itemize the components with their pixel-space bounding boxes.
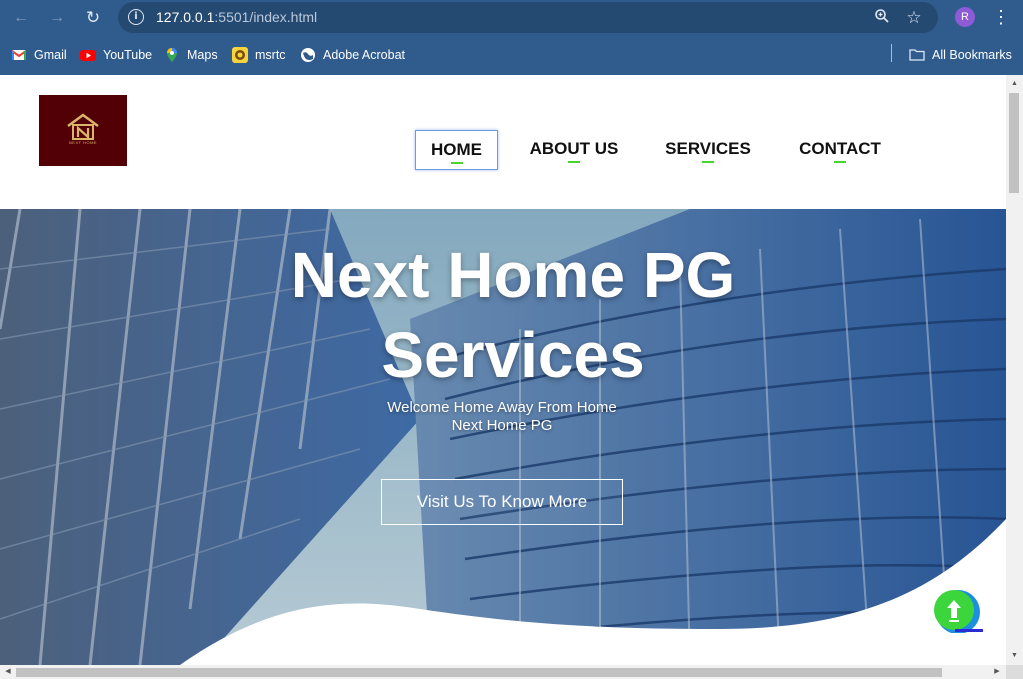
- horizontal-scroll-thumb[interactable]: [16, 668, 942, 677]
- maps-icon: [164, 47, 180, 63]
- profile-avatar[interactable]: R: [955, 7, 975, 27]
- nav-home[interactable]: HOME: [415, 130, 498, 170]
- scrollbar-corner: [1006, 665, 1023, 679]
- msrtc-icon: [232, 47, 248, 63]
- folder-icon: [909, 47, 925, 63]
- bookmark-adobe-acrobat[interactable]: Adobe Acrobat: [300, 46, 405, 64]
- nav-underline: [568, 161, 580, 163]
- visit-us-button[interactable]: Visit Us To Know More: [381, 479, 623, 525]
- scroll-left-icon[interactable]: ◀: [1, 665, 15, 679]
- scroll-to-top-button[interactable]: [932, 581, 984, 634]
- nav-contact[interactable]: CONTACT: [790, 130, 890, 168]
- nav-services[interactable]: SERVICES: [658, 130, 758, 168]
- bookmark-gmail[interactable]: Gmail: [11, 46, 67, 64]
- vertical-scroll-thumb[interactable]: [1009, 93, 1019, 193]
- bookmarks-bar: Gmail YouTube Maps msrtc Adobe Acrobat A…: [0, 36, 1023, 74]
- vertical-scrollbar[interactable]: ▲ ▼: [1006, 75, 1023, 665]
- hero-section: Next Home PG Services Welcome Home Away …: [0, 209, 1006, 665]
- all-bookmarks[interactable]: All Bookmarks: [909, 46, 1012, 64]
- browser-chrome: ← → ↻ i 127.0.0.1:5501/index.html ☆ R ⋮ …: [0, 0, 1023, 75]
- site-header: NEXT HOME HOME ABOUT US SERVICES CONTACT: [0, 75, 1006, 209]
- bookmark-maps[interactable]: Maps: [164, 46, 218, 64]
- bookmarks-separator: [891, 44, 892, 62]
- logo-tagline: NEXT HOME: [68, 140, 98, 145]
- youtube-icon: [80, 47, 96, 63]
- web-page: NEXT HOME HOME ABOUT US SERVICES CONTACT: [0, 75, 1006, 665]
- reload-icon[interactable]: ↻: [83, 8, 103, 28]
- nav-underline: [450, 162, 463, 164]
- menu-kebab-icon[interactable]: ⋮: [992, 6, 1010, 28]
- nav-about-us[interactable]: ABOUT US: [522, 130, 626, 168]
- site-logo[interactable]: NEXT HOME: [39, 95, 127, 166]
- site-info-icon[interactable]: i: [128, 9, 144, 25]
- forward-icon[interactable]: →: [47, 8, 67, 28]
- gmail-icon: [11, 47, 27, 63]
- globe-icon: [300, 47, 316, 63]
- scroll-up-icon[interactable]: ▲: [1006, 77, 1023, 91]
- bookmark-youtube[interactable]: YouTube: [80, 46, 152, 64]
- nav-underline: [702, 161, 714, 163]
- hero-title: Next Home PG Services: [290, 239, 736, 391]
- hero-subtitle: Welcome Home Away From Home Next Home PG: [387, 399, 617, 434]
- star-icon[interactable]: ☆: [904, 8, 924, 28]
- nav-underline: [834, 161, 846, 163]
- url-text[interactable]: 127.0.0.1:5501/index.html: [156, 9, 317, 25]
- scroll-down-icon[interactable]: ▼: [1006, 649, 1023, 663]
- address-bar[interactable]: i 127.0.0.1:5501/index.html ☆: [118, 2, 938, 33]
- house-logo-icon: [67, 113, 99, 140]
- back-icon[interactable]: ←: [11, 8, 31, 28]
- scroll-right-icon[interactable]: ▶: [990, 665, 1004, 679]
- browser-toolbar: ← → ↻ i 127.0.0.1:5501/index.html ☆ R ⋮: [0, 0, 1023, 36]
- horizontal-scrollbar[interactable]: ◀ ▶: [0, 665, 1006, 679]
- zoom-icon[interactable]: [872, 8, 892, 28]
- bookmark-msrtc[interactable]: msrtc: [232, 46, 286, 64]
